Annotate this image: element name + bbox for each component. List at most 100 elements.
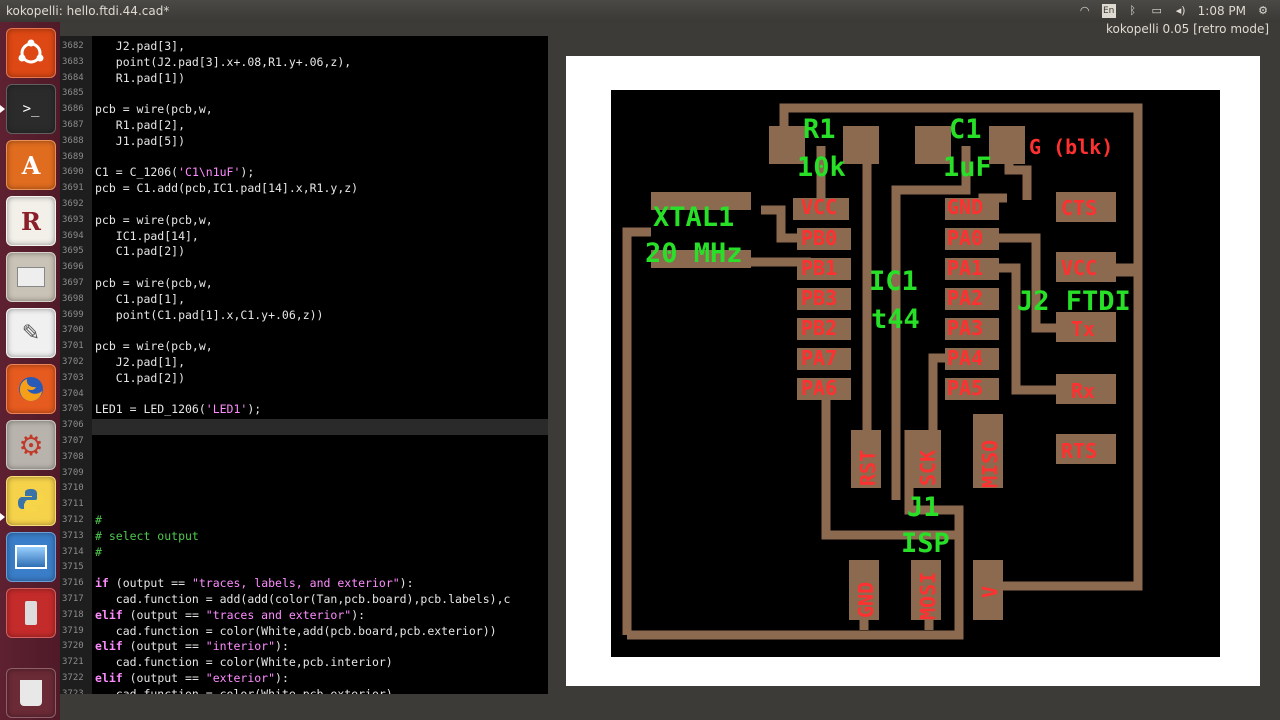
firefox-icon[interactable] (6, 364, 56, 414)
part-label: 10k (797, 152, 846, 183)
code-line[interactable]: pcb = wire(pcb,w, (95, 338, 213, 354)
line-number: 3683 (62, 56, 84, 67)
pad-label: PA7 (801, 346, 837, 370)
line-number: 3712 (62, 515, 84, 525)
pad-group (651, 126, 1116, 620)
line-number: 3706 (62, 420, 84, 431)
code-line[interactable]: J1.pad[5]) (95, 133, 185, 149)
pad-label: PA4 (947, 346, 983, 370)
code-line[interactable]: if (output == "traces, labels, and exter… (95, 575, 414, 591)
code-line[interactable]: point(J2.pad[3].x+.08,R1.y+.06,z), (95, 54, 351, 70)
line-number: 3721 (62, 657, 84, 668)
line-number: 3686 (62, 104, 84, 115)
file-manager-icon[interactable] (6, 252, 56, 302)
text-editor-icon[interactable]: ✎ (6, 308, 56, 358)
code-line[interactable]: J2.pad[1], (95, 354, 185, 370)
pad-label: PA6 (801, 376, 837, 400)
code-line[interactable]: C1.pad[2]) (95, 370, 185, 386)
code-line[interactable]: C1.pad[2]) (95, 243, 185, 259)
line-number: 3694 (62, 230, 84, 241)
line-number: 3689 (62, 151, 84, 162)
pad-label: PA3 (947, 316, 983, 340)
code-line[interactable]: elif (output == "exterior"): (95, 670, 289, 686)
line-number: 3685 (62, 88, 84, 99)
line-number: 3687 (62, 120, 84, 130)
line-number: 3709 (62, 467, 84, 478)
trash-icon[interactable] (6, 668, 56, 718)
pad-label: PB3 (801, 286, 837, 310)
pad-label: MISO (978, 440, 1002, 488)
code-line[interactable]: elif (output == "traces and exterior"): (95, 607, 365, 623)
pad-label: PA5 (947, 376, 983, 400)
code-line[interactable]: cad.function = add(add(color(Tan,pcb.boa… (95, 591, 511, 607)
line-number: 3682 (62, 41, 84, 51)
line-number: 3702 (62, 357, 84, 367)
bluetooth-icon[interactable]: ᛒ (1126, 4, 1140, 18)
pad-label: VCC (801, 195, 837, 219)
pad-label: RTS (1061, 439, 1097, 463)
part-label: 20 MHz (645, 238, 743, 269)
pad-label: RST (856, 450, 880, 486)
code-line[interactable]: J2.pad[3], (95, 38, 185, 54)
power-gear-icon[interactable]: ⚙ (1256, 4, 1270, 18)
code-line[interactable]: point(C1.pad[1].x,C1.y+.06,z)) (95, 307, 324, 323)
pad-label: PB0 (801, 226, 837, 250)
python-icon[interactable] (6, 476, 56, 526)
code-line[interactable]: # select output (95, 528, 199, 544)
line-number: 3714 (62, 546, 84, 557)
code-line[interactable]: elif (output == "interior"): (95, 638, 289, 654)
system-settings-icon[interactable]: ⚙ (6, 420, 56, 470)
line-number: 3718 (62, 609, 84, 620)
line-number: 3713 (62, 530, 84, 541)
code-line[interactable]: pcb = C1.add(pcb,IC1.pad[14].x,R1.y,z) (95, 180, 358, 196)
line-number: 3699 (62, 309, 84, 320)
code-editor[interactable]: 3682 3683 3684 3685 3686 3687 3688 3689 3690 3691… (60, 36, 548, 694)
code-line[interactable]: # (95, 544, 102, 560)
running-indicator (0, 513, 5, 521)
line-number: 3690 (62, 167, 84, 178)
software-center-icon[interactable]: A (6, 140, 56, 190)
pad-label: Rx (1071, 379, 1095, 403)
code-line[interactable]: C1 = C_1206('C1\n1uF'); (95, 164, 254, 180)
pad-label: PA2 (947, 286, 983, 310)
code-line[interactable]: LED1 = LED_1206('LED1'); (95, 401, 261, 417)
line-number: 3698 (62, 293, 84, 304)
code-line[interactable]: pcb = wire(pcb,w, (95, 212, 213, 228)
code-line[interactable]: pcb = wire(pcb,w, (95, 275, 213, 291)
usb-creator-icon[interactable] (6, 588, 56, 638)
line-number: 3716 (62, 578, 84, 589)
system-tray: ◠ En ᛒ ▭ ◂) 1:08 PM ⚙ (1078, 0, 1280, 22)
network-icon[interactable]: ◠ (1078, 4, 1092, 18)
image-viewer-icon[interactable] (6, 532, 56, 582)
pad (989, 126, 1025, 164)
code-line[interactable]: cad.function = color(White,pcb.exterior) (95, 686, 393, 694)
current-line-highlight (92, 419, 548, 435)
code-line[interactable]: pcb = wire(pcb,w, (95, 101, 213, 117)
code-line[interactable]: C1.pad[1], (95, 291, 185, 307)
code-line[interactable]: cad.function = color(White,pcb.interior) (95, 654, 393, 670)
clock[interactable]: 1:08 PM (1198, 4, 1246, 18)
battery-icon[interactable]: ▭ (1150, 4, 1164, 18)
pad-label: PA0 (947, 226, 983, 250)
code-line[interactable]: cad.function = color(White,add(pcb.board… (95, 623, 497, 639)
pad-label: G (blk) (1029, 135, 1113, 159)
window-title: kokopelli: hello.ftdi.44.cad* (6, 4, 170, 18)
r-editor-icon[interactable]: R (6, 196, 56, 246)
code-line[interactable]: R1.pad[1]) (95, 70, 185, 86)
trace-group (622, 103, 1143, 640)
code-line[interactable]: # (95, 512, 102, 528)
top-panel: kokopelli: hello.ftdi.44.cad* ◠ En ᛒ ▭ ◂… (0, 0, 1280, 22)
line-number: 3703 (62, 372, 84, 383)
terminal-icon[interactable]: >_ (6, 84, 56, 134)
volume-icon[interactable]: ◂) (1174, 4, 1188, 18)
code-line[interactable]: IC1.pad[14], (95, 228, 199, 244)
keyboard-layout-icon[interactable]: En (1101, 4, 1116, 18)
pad-label: PB1 (801, 256, 837, 280)
pad-label: CTS (1061, 196, 1097, 220)
part-label: ISP (901, 528, 950, 559)
code-line[interactable]: R1.pad[2], (95, 117, 185, 133)
pcb-layout: G (blk) VCC PB0 PB1 PB3 PB2 PA7 PA6 GND … (622, 103, 1143, 640)
part-label: R1 (803, 114, 836, 145)
ubuntu-dash-icon[interactable] (6, 28, 56, 78)
pad-label: PB2 (801, 316, 837, 340)
